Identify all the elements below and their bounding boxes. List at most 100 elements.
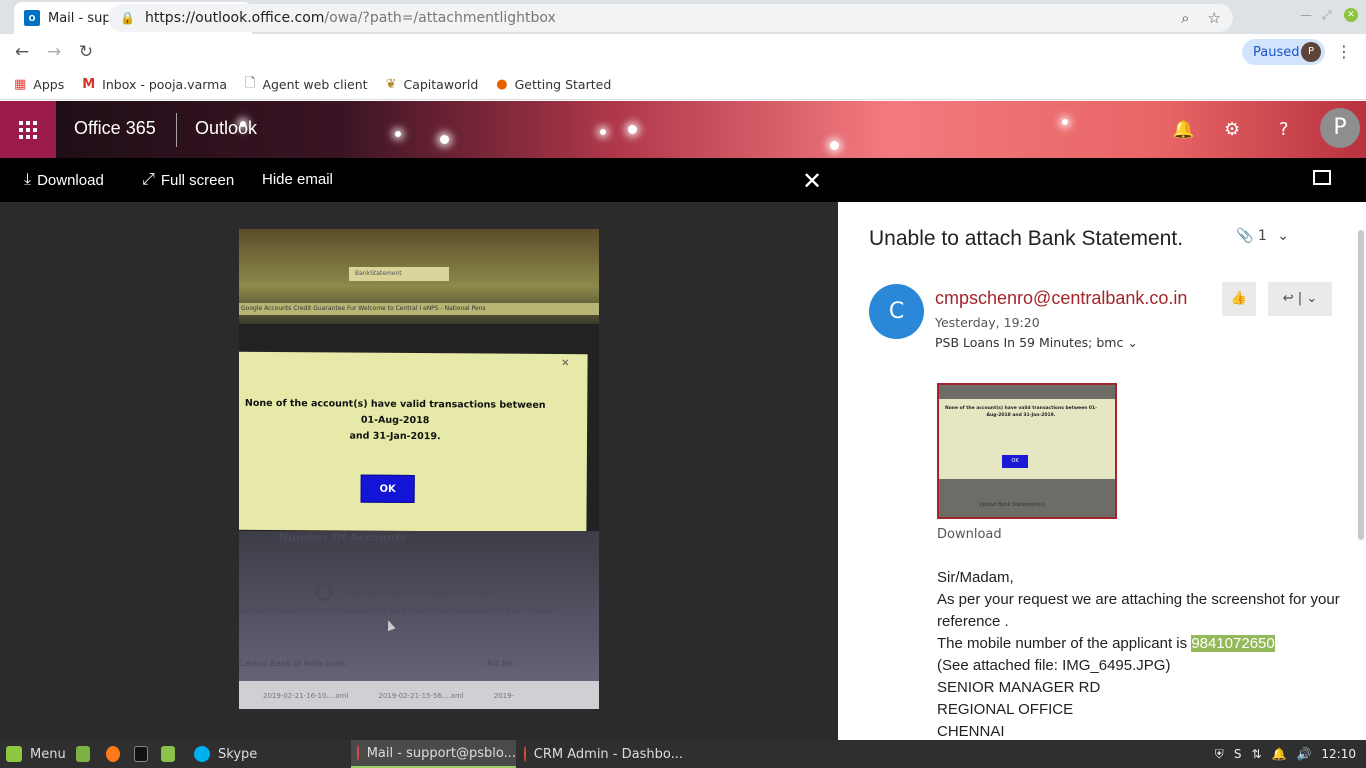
- close-window-button[interactable]: ✕: [1344, 8, 1358, 22]
- start-menu-button[interactable]: Menu: [0, 740, 70, 768]
- thumb-ok: OK: [1002, 455, 1028, 468]
- email-subject: Unable to attach Bank Statement.: [869, 227, 1184, 250]
- attachment-count-button[interactable]: 📎 1 ⌄: [1236, 228, 1289, 244]
- page-icon: 🗋: [244, 75, 256, 91]
- office365-header: Office 365 Outlook 🔔 ⚙ ?: [0, 101, 1366, 158]
- attachment-thumbnail[interactable]: None of the account(s) have valid transa…: [937, 383, 1117, 519]
- bell-icon[interactable]: 🔔: [1172, 119, 1194, 140]
- download-label: Download: [37, 171, 104, 189]
- minimize-window-button[interactable]: —: [1300, 8, 1312, 22]
- zoom-icon[interactable]: ⌕: [1181, 9, 1189, 27]
- taskbar-label: Mail - support@psblo...: [366, 745, 516, 761]
- maximize-window-button[interactable]: ⤢: [1322, 8, 1332, 23]
- profile-paused-button[interactable]: Paused P: [1242, 39, 1325, 65]
- reply-icon: ↩: [1282, 291, 1294, 306]
- reload-button[interactable]: ↻: [70, 42, 102, 62]
- taskbar-mail[interactable]: Mail - support@psblo...: [351, 740, 516, 768]
- skype-icon: [194, 746, 210, 762]
- taskbar-label: Skype: [218, 746, 258, 762]
- download-button[interactable]: ⤓ Download: [24, 171, 104, 189]
- bookmark-apps[interactable]: ▦ Apps: [14, 77, 64, 92]
- mint-logo-icon: [6, 746, 22, 762]
- body-text: The mobile number of the applicant is: [937, 635, 1192, 652]
- download-icon: ⤓: [24, 171, 32, 188]
- popout-window-icon[interactable]: [1313, 170, 1331, 185]
- photo-field-acno: A/c No.: [487, 659, 516, 668]
- header-decoration: [628, 125, 637, 134]
- apps-grid-icon: ▦: [14, 77, 27, 92]
- attachment-download-link[interactable]: Download: [937, 527, 1002, 542]
- account-avatar[interactable]: P: [1320, 108, 1360, 148]
- paperclip-icon: 📎: [1236, 228, 1254, 244]
- expand-recipients-icon[interactable]: ⌄: [1127, 335, 1137, 350]
- hide-email-button[interactable]: Hide email: [262, 171, 333, 188]
- firefox-launcher[interactable]: [100, 740, 128, 768]
- clock[interactable]: 12:10: [1321, 747, 1356, 761]
- photo-dialog-message: None of the account(s) have valid transa…: [239, 396, 555, 446]
- bookmark-inbox[interactable]: M Inbox - pooja.varma: [82, 77, 227, 92]
- chrome-icon: [524, 746, 526, 762]
- bookmark-star-icon[interactable]: ☆: [1208, 9, 1221, 27]
- photo-help-text: ed from net banking facility OR received…: [239, 607, 555, 615]
- reply-all-button[interactable]: ↩ | ⌄: [1268, 282, 1332, 316]
- full-screen-label: Full screen: [160, 171, 235, 189]
- forward-button[interactable]: →: [38, 42, 70, 62]
- header-decoration: [600, 129, 606, 135]
- body-line: Sir/Madam,: [937, 569, 1014, 586]
- show-desktop-button[interactable]: [70, 740, 98, 768]
- header-decoration: [395, 131, 401, 137]
- back-button[interactable]: ←: [6, 42, 38, 62]
- network-icon[interactable]: ⇅: [1251, 747, 1261, 761]
- terminal-launcher[interactable]: [128, 740, 156, 768]
- desktop-icon: [76, 746, 90, 762]
- header-decoration: [830, 141, 839, 150]
- photo-ok-button: OK: [360, 474, 415, 504]
- brand-divider: [176, 113, 177, 147]
- photo-upload: Upload Bank Statement(s): [315, 583, 494, 601]
- close-icon[interactable]: ✕: [802, 167, 822, 196]
- firefox-icon: ●: [496, 77, 508, 92]
- bookmark-label: Getting Started: [514, 77, 612, 92]
- photo-download-item: 2019-02-21-15-56....xml: [378, 692, 464, 700]
- photo-download-item: 2019-02-21-16-10....xml: [263, 692, 349, 700]
- full-screen-button[interactable]: ⤢ Full screen: [142, 171, 234, 189]
- recipients[interactable]: PSB Loans In 59 Minutes; bmc ⌄: [935, 335, 1138, 350]
- firefox-icon: [106, 746, 120, 762]
- hide-email-label: Hide email: [262, 171, 333, 188]
- sender-address[interactable]: cmpschenro@centralbank.co.in: [935, 288, 1187, 309]
- system-tray: ⛨ S ⇅ 🔔 🔊 12:10: [1215, 740, 1356, 768]
- like-button[interactable]: 👍: [1222, 282, 1256, 316]
- sender-avatar[interactable]: C: [869, 284, 924, 339]
- volume-icon[interactable]: 🔊: [1296, 747, 1311, 761]
- office365-brand[interactable]: Office 365: [74, 118, 156, 139]
- address-bar[interactable]: 🔒 https://outlook.office.com/owa/?path=/…: [108, 4, 1233, 32]
- notification-icon[interactable]: 🔔: [1272, 747, 1287, 761]
- taskbar-skype[interactable]: Skype: [188, 740, 346, 768]
- attachment-viewer: BankStatement Google Accounts Credit Gua…: [0, 202, 838, 740]
- bookmark-agent-web-client[interactable]: 🗋 Agent web client: [245, 74, 368, 96]
- folder-icon: [161, 746, 175, 762]
- bookmark-label: Apps: [33, 77, 65, 92]
- email-body: Sir/Madam, As per your request we are at…: [937, 567, 1347, 740]
- skype-tray-icon[interactable]: S: [1234, 747, 1242, 761]
- reading-pane-scrollbar[interactable]: [1358, 230, 1364, 540]
- app-name[interactable]: Outlook: [195, 118, 257, 139]
- gear-icon[interactable]: ⚙: [1224, 119, 1240, 140]
- bookmark-label: Inbox - pooja.varma: [102, 77, 227, 92]
- files-launcher[interactable]: [155, 740, 183, 768]
- browser-menu-icon[interactable]: ⋮: [1336, 42, 1352, 61]
- bookmark-capitaworld[interactable]: ❦ Capitaworld: [386, 77, 479, 92]
- mobile-number-highlight[interactable]: 9841072650: [1191, 635, 1275, 652]
- menu-label: Menu: [30, 746, 66, 762]
- app-launcher-icon[interactable]: [0, 101, 56, 158]
- taskbar-crm[interactable]: CRM Admin - Dashbo...: [518, 740, 683, 768]
- photo-message-line: None of the account(s) have valid transa…: [244, 397, 546, 427]
- header-decoration: [1062, 119, 1068, 125]
- shield-icon[interactable]: ⛨: [1215, 747, 1224, 762]
- help-icon[interactable]: ?: [1279, 119, 1289, 140]
- bookmark-getting-started[interactable]: ● Getting Started: [496, 77, 611, 92]
- photo-section-title: Number Of Accounts: [279, 531, 407, 544]
- bookmark-label: Agent web client: [262, 77, 368, 92]
- body-line: SENIOR MANAGER RD: [937, 679, 1101, 696]
- chevron-down-icon: ⌄: [1277, 228, 1289, 244]
